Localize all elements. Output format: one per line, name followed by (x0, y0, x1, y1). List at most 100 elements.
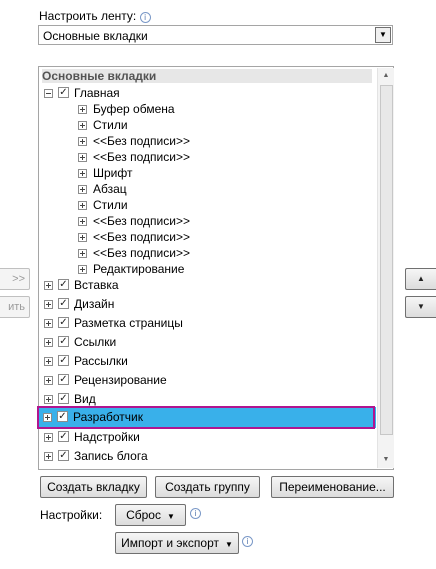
checkbox[interactable]: ✓ (58, 317, 69, 328)
checkbox[interactable]: ✓ (58, 279, 69, 290)
remove-button[interactable]: ить (0, 296, 30, 318)
expand-icon[interactable] (43, 413, 52, 422)
vertical-scrollbar[interactable]: ▲ ▼ (377, 68, 394, 468)
expand-icon[interactable] (78, 105, 87, 114)
tree-row[interactable]: Стили (78, 117, 369, 133)
reset-button[interactable]: Сброс ▼ (115, 504, 186, 526)
tree-row[interactable]: ✓ Вставка (44, 277, 369, 293)
create-tab-button[interactable]: Создать вкладку (40, 476, 147, 498)
scroll-down-icon[interactable]: ▼ (378, 452, 394, 468)
tree-row[interactable]: Шрифт (78, 165, 369, 181)
info-icon[interactable]: i (190, 508, 201, 519)
tree-row-label: Буфер обмена (93, 102, 175, 116)
tree-row[interactable]: ✓ Рассылки (44, 353, 369, 369)
move-up-button[interactable]: ▲ (405, 268, 436, 290)
create-group-button[interactable]: Создать группу (155, 476, 260, 498)
expand-icon[interactable] (44, 300, 53, 309)
import-export-label: Импорт и экспорт (121, 536, 219, 550)
tree-row[interactable]: ✓ Главная (44, 85, 369, 101)
checkbox[interactable]: ✓ (58, 393, 69, 404)
tree-row[interactable]: Стили (78, 197, 369, 213)
tree-row[interactable]: ✓ Надстройки (44, 429, 369, 445)
expand-icon[interactable] (78, 201, 87, 210)
tree-row-label: Ссылки (74, 335, 117, 349)
tree-row[interactable]: ✓ Ссылки (44, 334, 369, 350)
tree-row-label: Дизайн (74, 297, 115, 311)
arrow-up-icon: ▲ (417, 274, 425, 283)
info-icon[interactable]: i (139, 12, 151, 23)
collapse-icon[interactable] (44, 89, 53, 98)
tree-row-label: Рассылки (74, 354, 128, 368)
tree-row-label: Стили (93, 118, 128, 132)
tree-row-label: <<Без подписи>> (93, 150, 190, 164)
expand-icon[interactable] (44, 338, 53, 347)
tree-row-label: Главная (74, 86, 120, 100)
checkbox[interactable]: ✓ (58, 298, 69, 309)
tree-row[interactable]: ✓ Дизайн (44, 296, 369, 312)
tree-row-label: Стили (93, 198, 128, 212)
arrow-down-icon: ▼ (417, 302, 425, 311)
expand-icon[interactable] (44, 433, 53, 442)
rename-button[interactable]: Переименование... (271, 476, 394, 498)
expand-icon[interactable] (44, 452, 53, 461)
expand-icon[interactable] (78, 153, 87, 162)
expand-icon[interactable] (78, 169, 87, 178)
import-export-button[interactable]: Импорт и экспорт ▼ (115, 532, 239, 554)
tree-row-label: Разработчик (73, 410, 143, 424)
checkbox[interactable]: ✓ (58, 336, 69, 347)
scroll-thumb[interactable] (380, 85, 393, 435)
tree-row[interactable]: ✓ Рецензирование (44, 372, 369, 388)
tree-row-selected[interactable]: ✓ Разработчик (43, 409, 368, 425)
tabs-type-value: Основные вкладки (43, 29, 148, 43)
checkbox[interactable]: ✓ (58, 87, 69, 98)
expand-icon[interactable] (44, 357, 53, 366)
settings-label: Настройки: (40, 508, 103, 522)
tree-row[interactable]: Редактирование (78, 261, 369, 277)
tree-row-label: Запись блога (74, 449, 148, 463)
checkbox[interactable]: ✓ (58, 374, 69, 385)
reset-label: Сброс (126, 508, 161, 522)
tree-row[interactable]: ✓ Запись блога (44, 448, 369, 464)
info-icon[interactable]: i (242, 536, 253, 547)
tree-row[interactable]: <<Без подписи>> (78, 149, 369, 165)
customize-ribbon-label: Настроить ленту: i (39, 9, 151, 23)
tree-row[interactable]: <<Без подписи>> (78, 229, 369, 245)
checkbox[interactable]: ✓ (57, 411, 68, 422)
expand-icon[interactable] (44, 319, 53, 328)
customize-ribbon-text: Настроить ленту: (39, 9, 137, 23)
checkbox[interactable]: ✓ (58, 355, 69, 366)
expand-icon[interactable] (78, 233, 87, 242)
tree-row-label: Вид (74, 392, 96, 406)
tree-row-label: <<Без подписи>> (93, 134, 190, 148)
tree-row[interactable]: ✓ Вид (44, 391, 369, 407)
expand-icon[interactable] (44, 376, 53, 385)
expand-icon[interactable] (78, 265, 87, 274)
expand-icon[interactable] (78, 249, 87, 258)
tree-row-label: <<Без подписи>> (93, 246, 190, 260)
tabs-type-dropdown[interactable]: Основные вкладки ▼ (38, 25, 393, 45)
tree-row-label: Надстройки (74, 430, 140, 444)
tree-row[interactable]: Абзац (78, 181, 369, 197)
chevron-down-icon[interactable]: ▼ (375, 27, 391, 43)
expand-icon[interactable] (44, 395, 53, 404)
expand-icon[interactable] (78, 121, 87, 130)
tree-row-label: Разметка страницы (74, 316, 183, 330)
checkbox[interactable]: ✓ (58, 431, 69, 442)
expand-icon[interactable] (44, 281, 53, 290)
expand-icon[interactable] (78, 185, 87, 194)
tree-row[interactable]: <<Без подписи>> (78, 213, 369, 229)
tree-row[interactable]: ✓ Разметка страницы (44, 315, 369, 331)
tree-row[interactable]: <<Без подписи>> (78, 245, 369, 261)
tree-header: Основные вкладки (42, 69, 372, 83)
tree-row[interactable]: <<Без подписи>> (78, 133, 369, 149)
expand-icon[interactable] (78, 137, 87, 146)
tree-row-label: <<Без подписи>> (93, 230, 190, 244)
add-button[interactable]: >> (0, 268, 30, 290)
tree-row[interactable]: Буфер обмена (78, 101, 369, 117)
scroll-up-icon[interactable]: ▲ (378, 68, 394, 84)
tree-row-label: <<Без подписи>> (93, 214, 190, 228)
move-down-button[interactable]: ▼ (405, 296, 436, 318)
expand-icon[interactable] (78, 217, 87, 226)
tree-row-label: Шрифт (93, 166, 133, 180)
checkbox[interactable]: ✓ (58, 450, 69, 461)
